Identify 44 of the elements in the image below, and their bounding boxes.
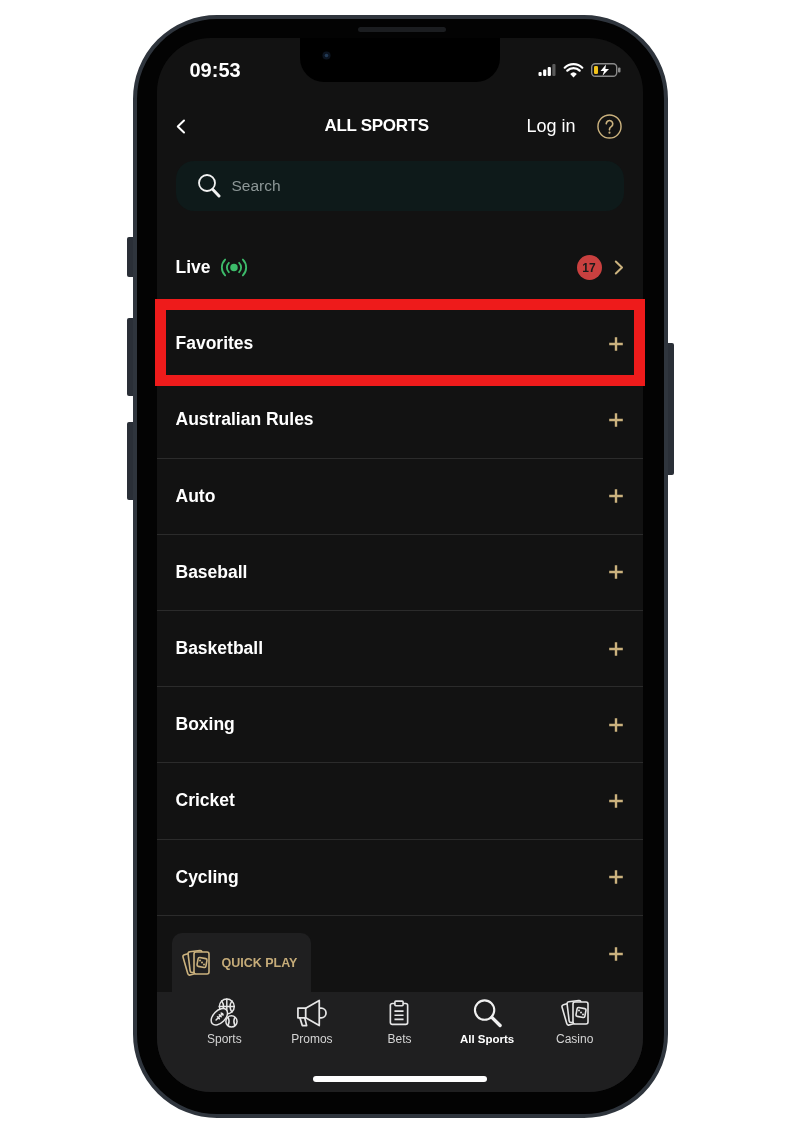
- broadcast-icon: [219, 258, 248, 278]
- cards-icon: [180, 948, 211, 977]
- nav-tab[interactable]: Promos: [268, 998, 356, 1052]
- clipboard-icon: [389, 998, 410, 1028]
- plus-icon[interactable]: [607, 869, 624, 886]
- plus-icon[interactable]: [607, 945, 624, 962]
- live-row[interactable]: Live 17: [156, 230, 643, 307]
- plus-icon[interactable]: [607, 564, 624, 581]
- category-row[interactable]: Boxing: [156, 687, 643, 763]
- category-row[interactable]: Cricket: [156, 763, 643, 839]
- status-time: 09:53: [189, 59, 241, 81]
- nav-tab[interactable]: All Sports: [443, 998, 531, 1052]
- plus-icon[interactable]: [607, 640, 624, 657]
- nav-tab[interactable]: Casino: [530, 998, 619, 1052]
- camera-icon: [321, 51, 331, 60]
- search-icon: [472, 998, 502, 1028]
- back-icon[interactable]: [175, 118, 186, 134]
- quick-play-button[interactable]: QUICK PLAY: [171, 933, 311, 992]
- help-icon[interactable]: [596, 113, 622, 139]
- category-row[interactable]: Cycling: [156, 839, 643, 915]
- login-link[interactable]: Log in: [526, 115, 576, 137]
- nav-tab[interactable]: Bets: [355, 998, 444, 1052]
- category-row[interactable]: Baseball: [156, 534, 643, 610]
- category-row[interactable]: Auto: [156, 458, 643, 534]
- cards-icon: [559, 998, 590, 1028]
- wifi-icon: [562, 62, 584, 78]
- plus-icon[interactable]: [607, 792, 624, 809]
- chevron-right-icon[interactable]: [613, 260, 624, 276]
- plus-icon[interactable]: [607, 411, 624, 428]
- sports-balls-icon: [210, 998, 239, 1028]
- category-row[interactable]: Basketball: [156, 610, 643, 687]
- signal-icon: [537, 64, 556, 76]
- plus-icon[interactable]: [607, 488, 624, 505]
- category-row[interactable]: Favorites: [156, 306, 643, 382]
- nav-tab[interactable]: Sports: [180, 998, 269, 1052]
- plus-icon[interactable]: [607, 335, 624, 352]
- search-field[interactable]: Search: [175, 161, 624, 211]
- page-title: ALL SPORTS: [324, 116, 429, 136]
- megaphone-icon: [296, 998, 328, 1028]
- plus-icon[interactable]: [607, 716, 624, 733]
- count-badge: 17: [576, 255, 602, 281]
- search-icon: [196, 173, 221, 198]
- category-row[interactable]: Australian Rules: [156, 382, 643, 458]
- battery-icon: [590, 63, 621, 77]
